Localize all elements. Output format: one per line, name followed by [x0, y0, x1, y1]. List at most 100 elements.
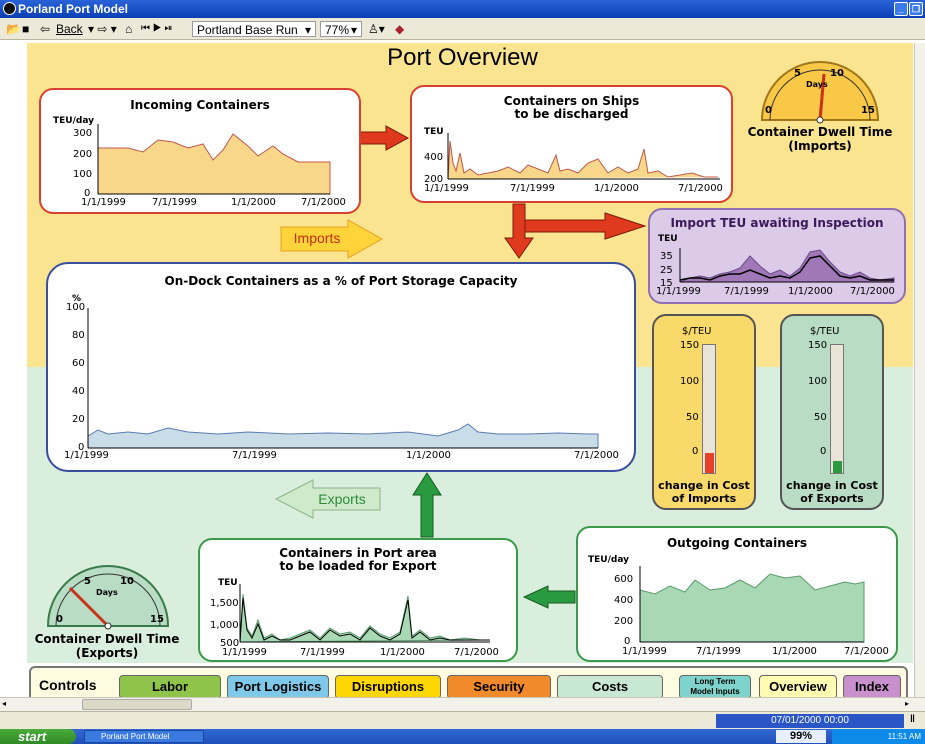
outgoing-panel[interactable]: Outgoing Containers TEU/day 600 400 200 …: [576, 526, 898, 662]
cost-imports-fill: [705, 453, 714, 473]
outgoing-title: Outgoing Containers: [666, 536, 808, 550]
long-term-label-line2: Model Inputs: [690, 687, 740, 696]
cost-imports-tube: [702, 344, 716, 474]
incoming-xtick: 7/1/2000: [301, 197, 346, 208]
cost-exports-tick: 150: [808, 340, 828, 351]
dwell-imports-tick: 15: [861, 105, 875, 116]
ondock-xtick: 1/1/2000: [406, 450, 451, 461]
progress-indicator: 99%: [776, 730, 826, 743]
loading-title-line2: to be loaded for Export: [279, 559, 437, 573]
cost-exports-panel[interactable]: $/TEU 150 100 50 0 change in Cost of Exp…: [780, 314, 884, 510]
dwell-imports-tick: 0: [765, 105, 772, 116]
inspection-xtick: 7/1/2000: [850, 286, 895, 297]
dwell-exports-tick: 5: [84, 576, 91, 587]
cost-imports-tick: 100: [680, 376, 700, 387]
loading-xtick: 7/1/1999: [300, 647, 345, 658]
long-term-inputs-button[interactable]: Long Term Model Inputs: [679, 675, 751, 699]
incoming-ytick: 100: [73, 169, 93, 180]
ondock-ytick: 20: [72, 414, 85, 425]
security-button[interactable]: Security: [447, 675, 551, 699]
inspection-title: Import TEU awaiting Inspection: [670, 216, 884, 230]
ships-unit: TEU: [424, 127, 444, 137]
taskbar-task-button[interactable]: Porland Port Model: [84, 730, 204, 743]
ships-xtick: 7/1/2000: [678, 183, 723, 194]
loading-panel[interactable]: Containers in Port area to be loaded for…: [198, 538, 518, 662]
dwell-imports-title-line2: (Imports): [788, 139, 852, 153]
cost-exports-label: change in Cost: [786, 479, 878, 492]
dwell-imports-unit: Days: [806, 80, 828, 89]
cost-imports-label: change in Cost: [658, 479, 750, 492]
ships-title-line2: to be discharged: [514, 107, 629, 121]
start-label: start: [18, 729, 47, 744]
ondock-xtick: 1/1/1999: [64, 450, 109, 461]
cost-exports-tick: 0: [820, 446, 827, 457]
dwell-exports-title: Container Dwell Time: [34, 632, 180, 646]
loading-xtick: 1/1/2000: [380, 647, 425, 658]
labor-button[interactable]: Labor: [119, 675, 221, 699]
inspection-ytick: 25: [660, 265, 673, 276]
index-button[interactable]: Index: [843, 675, 901, 699]
cost-exports-tick: 50: [814, 412, 827, 423]
incoming-containers-panel[interactable]: Incoming Containers TEU/day 300 200 100 …: [39, 88, 361, 214]
ships-xtick: 1/1/2000: [594, 183, 639, 194]
horizontal-scroll-thumb[interactable]: [82, 699, 192, 710]
exports-label: Exports: [318, 491, 366, 507]
long-term-label: Long Term: [694, 677, 736, 686]
costs-button[interactable]: Costs: [557, 675, 663, 699]
outgoing-ytick: 400: [614, 595, 634, 606]
ondock-panel[interactable]: On-Dock Containers as a % of Port Storag…: [46, 262, 636, 472]
ships-xtick: 7/1/1999: [510, 183, 555, 194]
overview-button[interactable]: Overview: [759, 675, 837, 699]
ships-panel[interactable]: Containers on Ships to be discharged TEU…: [410, 85, 733, 203]
cost-exports-label-line2: of Exports: [800, 492, 864, 505]
dwell-exports-unit: Days: [96, 588, 118, 597]
inspection-panel[interactable]: Import TEU awaiting Inspection TEU 35 25…: [648, 208, 906, 304]
arrow-to-inspection: [524, 212, 647, 240]
ondock-ytick: 100: [66, 302, 86, 313]
dwell-imports-tick: 10: [830, 68, 844, 79]
cost-imports-tick: 0: [692, 446, 699, 457]
incoming-ytick: 300: [73, 128, 93, 139]
ships-ytick: 400: [424, 152, 444, 163]
cost-exports-tick: 100: [808, 376, 828, 387]
ondock-ytick: 80: [72, 330, 85, 341]
controls-label: Controls: [39, 677, 97, 693]
start-button[interactable]: start: [0, 729, 76, 744]
loading-xtick: 7/1/2000: [454, 647, 499, 658]
dwell-imports-tick: 5: [794, 68, 801, 79]
ondock-xtick: 7/1/1999: [232, 450, 277, 461]
outgoing-xtick: 7/1/1999: [696, 646, 741, 657]
cost-imports-panel[interactable]: $/TEU 150 100 50 0 change in Cost of Imp…: [652, 314, 756, 510]
cost-exports-tube: [830, 344, 844, 474]
scroll-left-icon[interactable]: ◂: [2, 699, 12, 710]
incoming-xtick: 1/1/1999: [81, 197, 126, 208]
disruptions-button[interactable]: Disruptions: [335, 675, 441, 699]
scroll-right-icon[interactable]: ▸: [905, 699, 915, 710]
outgoing-xtick: 1/1/2000: [772, 646, 817, 657]
loading-chart: [239, 584, 491, 643]
arrow-loading-up: [412, 472, 442, 538]
pause-icon[interactable]: ‖: [910, 714, 915, 725]
taskbar: Porland Port Model 99% 11:51 AM: [0, 729, 925, 744]
dwell-exports-tick: 10: [120, 576, 134, 587]
arrow-incoming-to-ships: [359, 125, 410, 151]
incoming-chart: [97, 124, 331, 195]
inspection-unit: TEU: [658, 234, 678, 244]
cost-imports-label-line2: of Imports: [671, 492, 737, 505]
vertical-scrollbar[interactable]: [914, 43, 925, 697]
ships-xtick: 1/1/1999: [424, 183, 469, 194]
loading-ytick: 1,000: [210, 620, 239, 631]
incoming-xtick: 7/1/1999: [152, 197, 197, 208]
ships-title: Containers on Ships: [503, 94, 640, 108]
sim-datetime: 07/01/2000 00:00: [716, 714, 904, 728]
status-bar: 07/01/2000 00:00 ‖: [0, 711, 925, 729]
horizontal-scrollbar[interactable]: ◂ ▸: [0, 697, 925, 711]
port-logistics-button[interactable]: Port Logistics: [227, 675, 329, 699]
ondock-title: On-Dock Containers as a % of Port Storag…: [164, 274, 518, 288]
ondock-chart: [87, 308, 599, 449]
inspection-xtick: 1/1/2000: [788, 286, 833, 297]
incoming-unit: TEU/day: [53, 116, 94, 126]
outgoing-xtick: 1/1/1999: [622, 646, 667, 657]
cost-exports-unit: $/TEU: [810, 326, 840, 337]
inspection-xtick: 1/1/1999: [656, 286, 701, 297]
